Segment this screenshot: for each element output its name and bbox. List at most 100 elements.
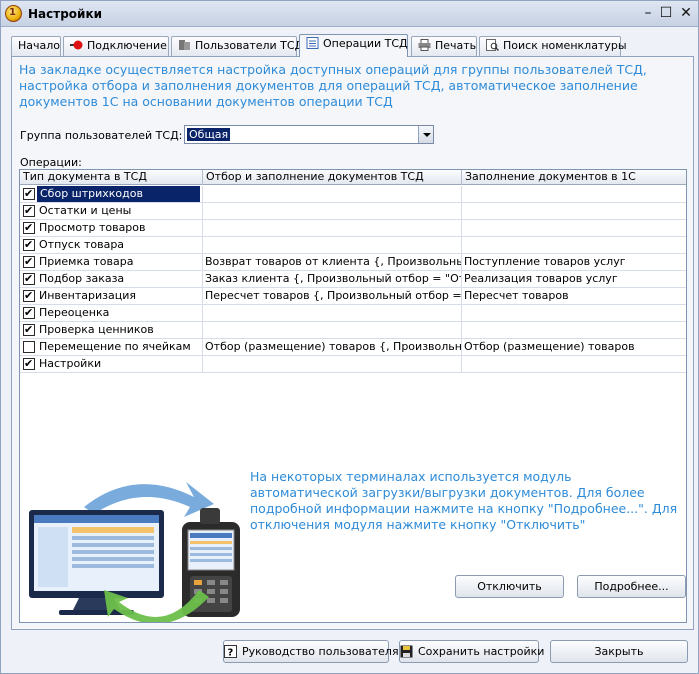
disable-button[interactable]: Отключить (455, 575, 564, 598)
filter-cell[interactable] (203, 322, 462, 338)
doc-type-label: Приемка товара (39, 255, 134, 268)
doc-type-cell[interactable]: Отпуск товара (20, 237, 203, 253)
doc-type-label: Сбор штрихкодов (37, 186, 200, 202)
close-button[interactable]: Закрыть (550, 640, 688, 663)
app-icon: 1 (5, 5, 22, 22)
doc-type-cell[interactable]: Перемещение по ячейкам (20, 339, 203, 355)
doc-type-cell[interactable]: Сбор штрихкодов (20, 186, 203, 202)
tsd-sync-illustration (24, 472, 284, 624)
doc-type-label: Переоценка (39, 306, 110, 319)
enable-checkbox[interactable] (23, 341, 35, 353)
save-settings-button[interactable]: Сохранить настройки (399, 640, 544, 663)
table-row[interactable]: Проверка ценников (20, 322, 686, 339)
tab-label: Подключение (87, 39, 167, 52)
filter-cell[interactable] (203, 220, 462, 236)
doc-type-cell[interactable]: Переоценка (20, 305, 203, 321)
tab-tsd-operations[interactable]: Операции ТСД (299, 34, 408, 57)
doc-type-label: Остатки и цены (39, 204, 132, 217)
minimize-icon[interactable]: – (639, 5, 657, 23)
fill-cell[interactable] (462, 237, 686, 253)
doc-type-cell[interactable]: Приемка товара (20, 254, 203, 270)
tab-label: Начало (18, 39, 61, 52)
info-text: На некоторых терминалах используется мод… (250, 469, 678, 532)
doc-type-cell[interactable]: Инвентаризация (20, 288, 203, 304)
save-icon (400, 645, 413, 658)
fill-cell[interactable]: Поступление товаров услуг (462, 254, 686, 270)
enable-checkbox[interactable] (23, 237, 35, 252)
filter-cell[interactable] (203, 203, 462, 219)
user-group-select[interactable]: Общая (184, 125, 434, 144)
fill-cell[interactable]: Пересчет товаров (462, 288, 686, 304)
fill-cell[interactable] (462, 322, 686, 338)
filter-cell[interactable] (203, 305, 462, 321)
help-icon: ? (224, 645, 237, 658)
doc-type-label: Подбор заказа (39, 272, 125, 285)
chevron-down-icon[interactable] (418, 126, 433, 143)
table-row[interactable]: Отпуск товара (20, 237, 686, 254)
fill-cell[interactable]: Реализация товаров услуг (462, 271, 686, 287)
title-bar: 1 Настройки – ☐ ✕ (1, 1, 698, 27)
filter-cell[interactable]: Заказ клиента {, Произвольный отбор = "О… (203, 271, 462, 287)
fill-cell[interactable] (462, 186, 686, 202)
fill-cell[interactable] (462, 220, 686, 236)
fill-cell[interactable] (462, 305, 686, 321)
filter-cell[interactable] (203, 186, 462, 202)
filter-cell[interactable]: Отбор (размещение) товаров {, Произвольн… (203, 339, 462, 355)
table-row[interactable]: Приемка товара Возврат товаров от клиента… (20, 254, 686, 271)
table-row[interactable]: Подбор заказа Заказ клиента {, Произвольн… (20, 271, 686, 288)
filter-cell[interactable]: Возврат товаров от клиента {, Произвольн… (203, 254, 462, 270)
details-button[interactable]: Подробнее... (577, 575, 686, 598)
window-title: Настройки (28, 7, 103, 21)
enable-checkbox[interactable] (23, 203, 35, 218)
tab-bar: Начало Подключение Пользователи ТСД Опер… (11, 34, 691, 57)
table-row[interactable]: Остатки и цены (20, 203, 686, 220)
search-icon (486, 39, 499, 51)
tab-label: Поиск номенклатуры (503, 39, 627, 52)
fill-cell[interactable] (462, 356, 686, 372)
enable-checkbox[interactable] (23, 186, 35, 201)
user-guide-label: Руководство пользователя (242, 645, 399, 658)
enable-checkbox[interactable] (23, 322, 35, 337)
doc-type-cell[interactable]: Подбор заказа (20, 271, 203, 287)
doc-type-cell[interactable]: Настройки (20, 356, 203, 372)
tab-label: Печать (435, 39, 477, 52)
column-header[interactable]: Заполнение документов в 1С (462, 170, 686, 185)
save-settings-label: Сохранить настройки (418, 645, 545, 658)
doc-type-label: Настройки (39, 357, 102, 370)
column-header[interactable]: Отбор и заполнение документов ТСД (203, 170, 462, 185)
enable-checkbox[interactable] (23, 288, 35, 303)
enable-checkbox[interactable] (23, 271, 35, 286)
operations-panel: На закладке осуществляется настройка дос… (11, 56, 694, 630)
tab-connection[interactable]: Подключение (63, 36, 169, 56)
tab-item-search[interactable]: Поиск номенклатуры (479, 36, 627, 56)
enable-checkbox[interactable] (23, 220, 35, 235)
table-row[interactable]: Перемещение по ячейкам Отбор (размещение)… (20, 339, 686, 356)
table-row[interactable]: Переоценка (20, 305, 686, 322)
operations-icon (306, 37, 319, 49)
fill-cell[interactable] (462, 203, 686, 219)
tab-label: Операции ТСД (323, 37, 408, 50)
tab-start[interactable]: Начало (11, 36, 61, 56)
table-row[interactable]: Инвентаризация Пересчет товаров {, Произв… (20, 288, 686, 305)
enable-checkbox[interactable] (23, 254, 35, 269)
tab-label: Пользователи ТСД (195, 39, 304, 52)
column-header[interactable]: Тип документа в ТСД (20, 170, 203, 185)
enable-checkbox[interactable] (23, 356, 35, 371)
filter-cell[interactable] (203, 237, 462, 253)
doc-type-cell[interactable]: Проверка ценников (20, 322, 203, 338)
enable-checkbox[interactable] (23, 305, 35, 320)
tab-print[interactable]: Печать (411, 36, 477, 56)
doc-type-cell[interactable]: Просмотр товаров (20, 220, 203, 236)
table-row[interactable]: Просмотр товаров (20, 220, 686, 237)
filter-cell[interactable] (203, 356, 462, 372)
table-row[interactable]: Настройки (20, 356, 686, 373)
sync-illustration-icon (29, 482, 240, 624)
tab-tsd-users[interactable]: Пользователи ТСД (171, 36, 303, 56)
filter-cell[interactable]: Пересчет товаров {, Произвольный отбор =… (203, 288, 462, 304)
doc-type-cell[interactable]: Остатки и цены (20, 203, 203, 219)
user-guide-button[interactable]: ? Руководство пользователя (223, 640, 399, 663)
maximize-icon[interactable]: ☐ (657, 5, 675, 23)
table-row[interactable]: Сбор штрихкодов (20, 186, 686, 203)
fill-cell[interactable]: Отбор (размещение) товаров (462, 339, 686, 355)
close-window-icon[interactable]: ✕ (677, 5, 695, 23)
